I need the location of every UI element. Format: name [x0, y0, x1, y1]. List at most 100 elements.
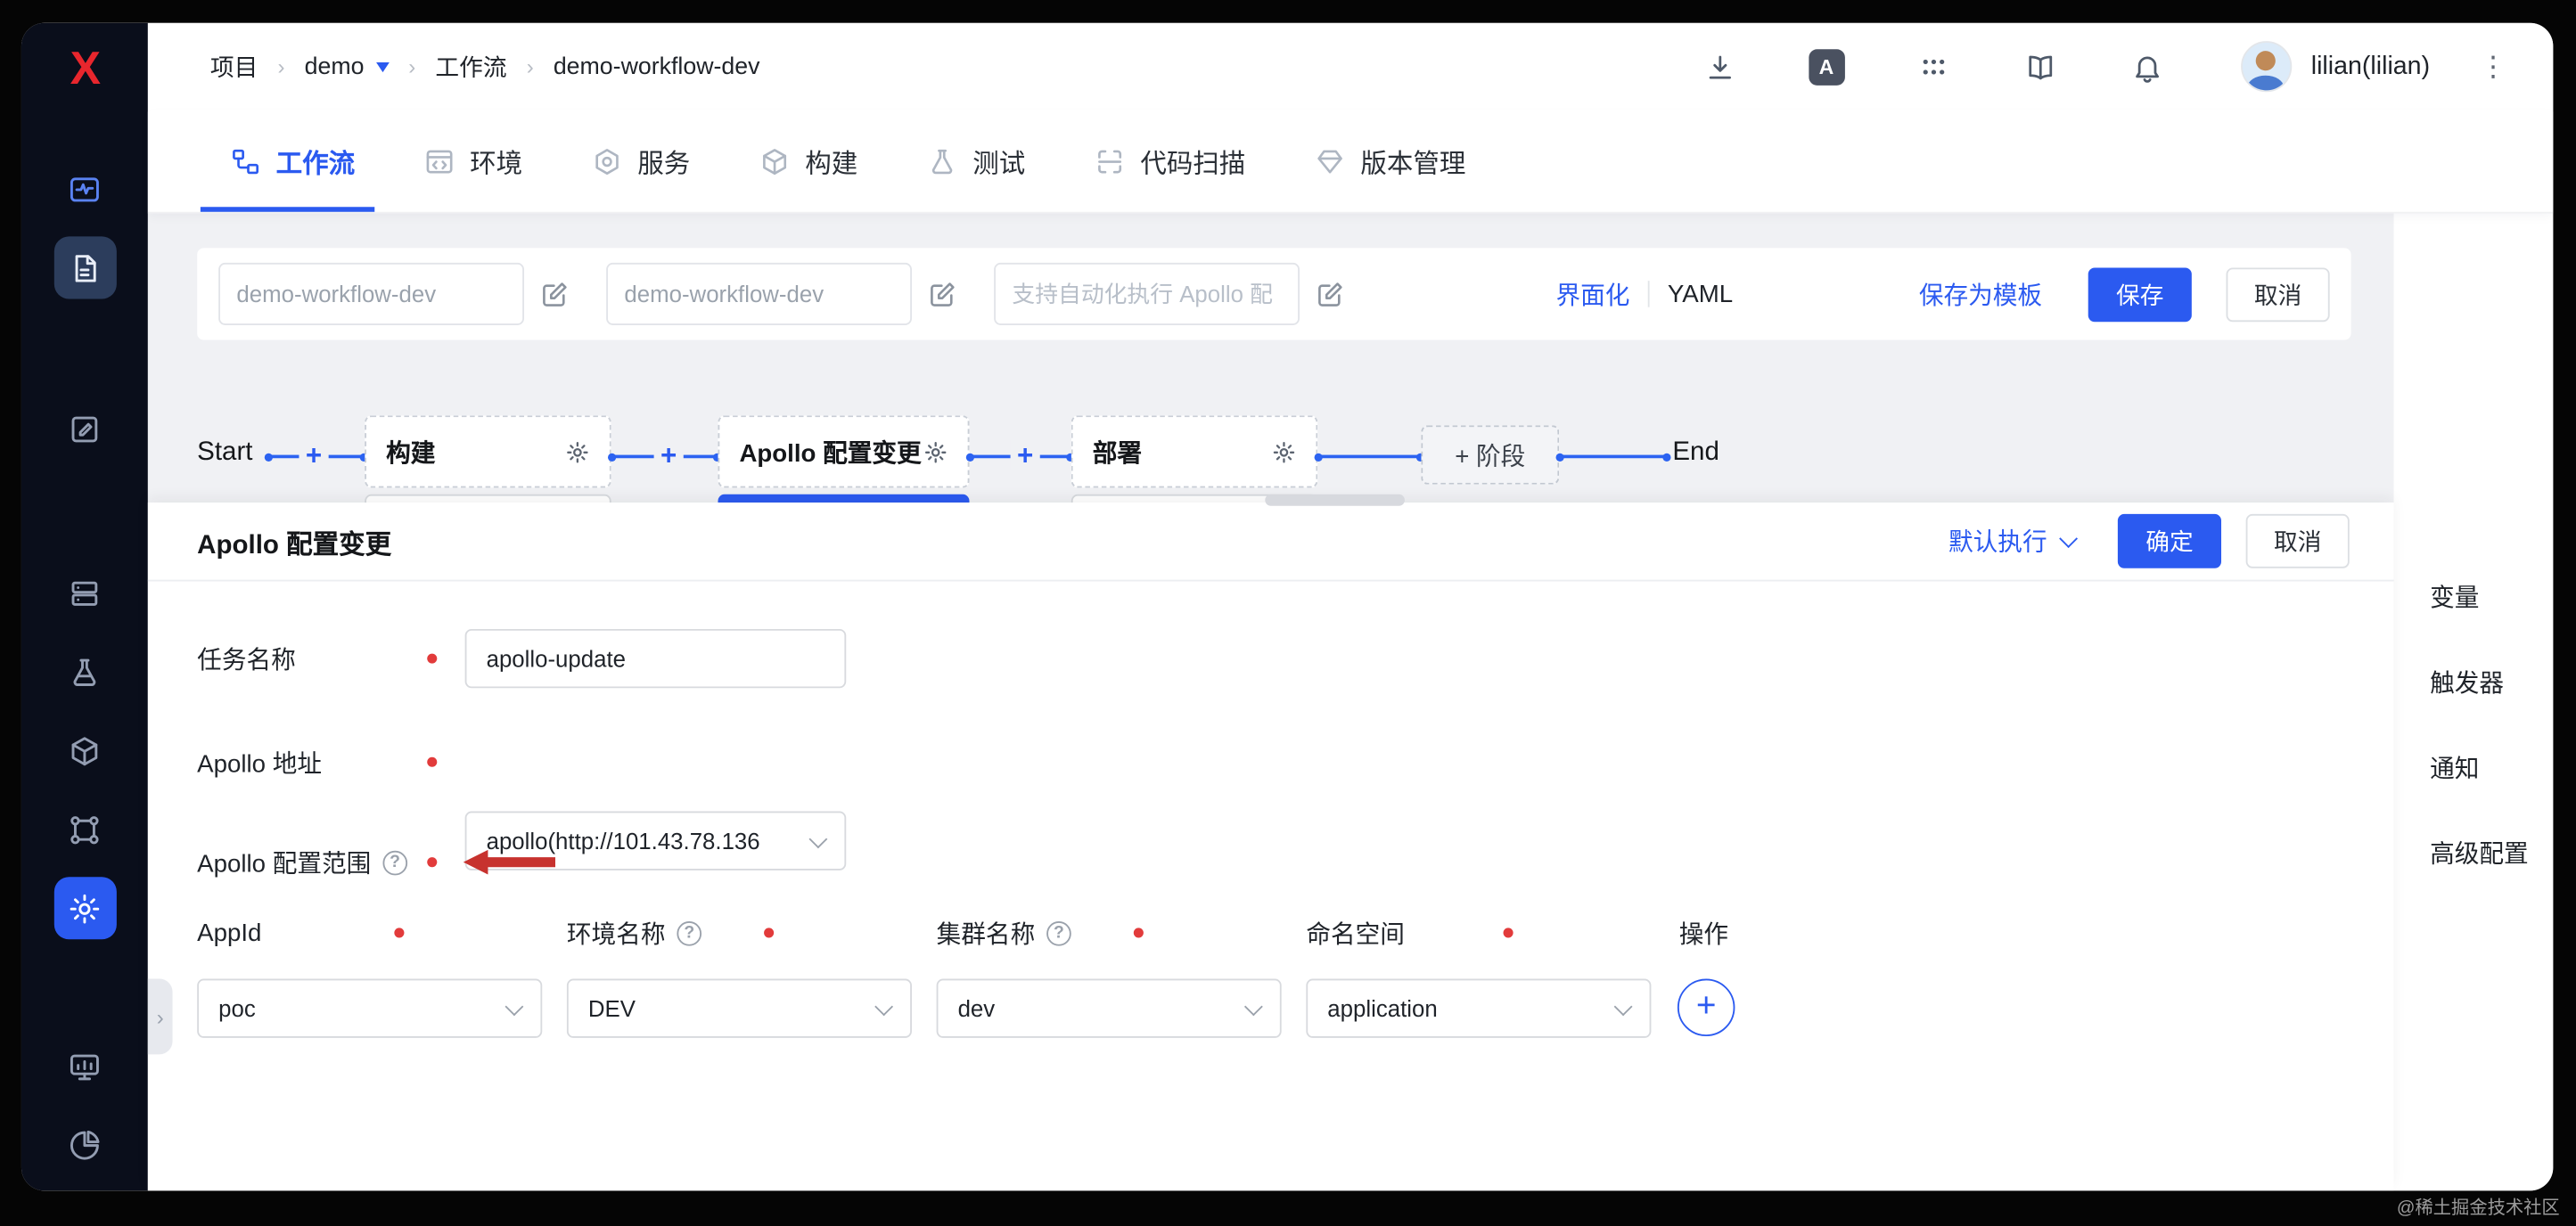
tab-build[interactable]: 构建 [759, 110, 858, 211]
app-logo[interactable]: X [70, 46, 100, 93]
breadcrumb-separator: › [408, 54, 415, 79]
task-name-input[interactable] [465, 629, 847, 688]
chevron-down-icon [375, 61, 389, 71]
tab-test-label: 测试 [972, 142, 1025, 181]
stage-settings-gear-icon[interactable] [923, 439, 948, 464]
edit-pencil-icon[interactable] [539, 278, 570, 309]
required-dot [427, 857, 437, 867]
add-stage-plus-icon[interactable]: + [654, 440, 684, 471]
horizontal-scrollbar[interactable] [1265, 494, 1405, 506]
required-dot [394, 928, 404, 937]
stage-deploy-node[interactable]: 部署 [1071, 415, 1317, 487]
download-icon[interactable] [1702, 48, 1738, 85]
mode-yaml-toggle[interactable]: YAML [1668, 280, 1733, 307]
help-question-icon[interactable]: ? [382, 850, 407, 875]
sidebar-collapse-handle[interactable]: › [148, 979, 173, 1055]
mode-ui-toggle[interactable]: 界面化 [1556, 277, 1630, 312]
help-question-icon[interactable]: ? [677, 920, 701, 945]
scan-icon [1095, 145, 1126, 176]
pie-chart-icon[interactable] [53, 1114, 116, 1176]
content-row: 界面化 YAML 保存为模板 保存 取消 Start + [148, 212, 2553, 1191]
more-vertical-icon[interactable]: ⋮ [2479, 50, 2506, 83]
mode-switch: 界面化 YAML [1556, 277, 1734, 312]
stage-settings-gear-icon[interactable] [1272, 439, 1297, 464]
version-icon [1315, 145, 1346, 176]
col-action-label: 操作 [1679, 916, 1728, 951]
rail-item-advanced[interactable]: 高级配置 [2394, 813, 2554, 898]
exec-mode-dropdown[interactable]: 默认执行 [1948, 524, 2075, 559]
connector-line [1559, 455, 1668, 459]
workflow-name-input[interactable] [218, 263, 524, 325]
add-row-button[interactable]: + [1678, 979, 1735, 1037]
project-doc-icon[interactable] [53, 236, 116, 298]
cluster-select[interactable]: dev [937, 979, 1282, 1038]
watermark: @稀土掘金技术社区 [2397, 1194, 2560, 1220]
save-button[interactable]: 保存 [2088, 267, 2192, 322]
workflow-toolbar: 界面化 YAML 保存为模板 保存 取消 [197, 248, 2350, 339]
breadcrumb-separator: › [527, 54, 534, 79]
workflow-canvas-area: 界面化 YAML 保存为模板 保存 取消 Start + [148, 212, 2394, 1191]
breadcrumb-demo[interactable]: demo [305, 53, 390, 79]
tab-version[interactable]: 版本管理 [1315, 110, 1466, 211]
add-job-plus-icon[interactable]: + [299, 440, 328, 471]
add-stage-plus-icon[interactable]: + [1011, 440, 1040, 471]
avatar-head [2256, 51, 2276, 70]
stage-settings-gear-icon[interactable] [565, 439, 590, 464]
stage-deploy-label: 部署 [1093, 435, 1142, 470]
env-select[interactable]: DEV [567, 979, 912, 1038]
confirm-button[interactable]: 确定 [2118, 514, 2221, 568]
user-avatar[interactable] [2240, 41, 2291, 92]
pipeline-icon[interactable] [53, 798, 116, 861]
env-icon [424, 145, 455, 176]
tab-scan[interactable]: 代码扫描 [1095, 110, 1246, 211]
appid-select[interactable]: poc [197, 979, 542, 1038]
stage-build-node[interactable]: 构建 [365, 415, 611, 487]
breadcrumb-current[interactable]: demo-workflow-dev [554, 53, 760, 79]
server-icon[interactable] [53, 561, 116, 624]
service-icon [592, 145, 623, 176]
job-config-panel: Apollo 配置变更 默认执行 确定 取消 任务名称 [148, 503, 2394, 1190]
workflow-description-input[interactable] [994, 263, 1300, 325]
end-node-label: End [1672, 438, 1719, 468]
apollo-scope-label-text: Apollo 配置范围 [197, 845, 371, 879]
package-icon[interactable] [53, 719, 116, 781]
col-header-env: 环境名称 ? [567, 917, 896, 950]
notification-bell-icon[interactable] [2129, 48, 2165, 85]
main-column: 项目 › demo › 工作流 › demo-workflow-dev A [148, 23, 2553, 1191]
user-name[interactable]: lilian(lilian) [2311, 52, 2430, 81]
tab-scan-label: 代码扫描 [1140, 142, 1245, 181]
tab-workflow[interactable]: 工作流 [230, 110, 355, 211]
rail-item-variables[interactable]: 变量 [2394, 557, 2554, 642]
required-dot [427, 757, 437, 767]
breadcrumb-workflow[interactable]: 工作流 [435, 49, 506, 84]
edit-note-icon[interactable] [53, 397, 116, 460]
edit-pencil-icon[interactable] [1315, 278, 1346, 309]
workflow-display-name-input[interactable] [606, 263, 912, 325]
settings-gear-icon[interactable] [53, 877, 116, 939]
tab-workflow-label: 工作流 [276, 142, 356, 181]
docs-book-icon[interactable] [2022, 48, 2058, 85]
help-question-icon[interactable]: ? [1046, 920, 1071, 945]
stage-apollo-node[interactable]: Apollo 配置变更 [718, 415, 969, 487]
translate-icon[interactable]: A [1809, 48, 1845, 85]
apps-grid-icon[interactable] [1916, 48, 1952, 85]
apollo-address-label: Apollo 地址 [197, 732, 322, 791]
add-stage-button[interactable]: + 阶段 [1421, 425, 1559, 484]
tab-test[interactable]: 测试 [927, 110, 1026, 211]
cancel-button[interactable]: 取消 [2227, 267, 2330, 322]
task-name-label: 任务名称 [197, 629, 296, 688]
namespace-select[interactable]: application [1306, 979, 1651, 1038]
edit-pencil-icon[interactable] [927, 278, 958, 309]
rail-item-triggers[interactable]: 触发器 [2394, 642, 2554, 728]
rail-item-notifications[interactable]: 通知 [2394, 728, 2554, 813]
breadcrumb: 项目 › demo › 工作流 › demo-workflow-dev [210, 49, 760, 84]
tab-env[interactable]: 环境 [424, 110, 523, 211]
activity-monitor-icon[interactable] [53, 158, 116, 220]
flask-icon[interactable] [53, 641, 116, 703]
breadcrumb-demo-label: demo [305, 53, 365, 79]
save-as-template-link[interactable]: 保存为模板 [1919, 277, 2042, 312]
breadcrumb-project[interactable]: 项目 [210, 49, 258, 84]
panel-cancel-button[interactable]: 取消 [2246, 514, 2350, 568]
dashboard-icon[interactable] [53, 1034, 116, 1097]
tab-service[interactable]: 服务 [592, 110, 691, 211]
